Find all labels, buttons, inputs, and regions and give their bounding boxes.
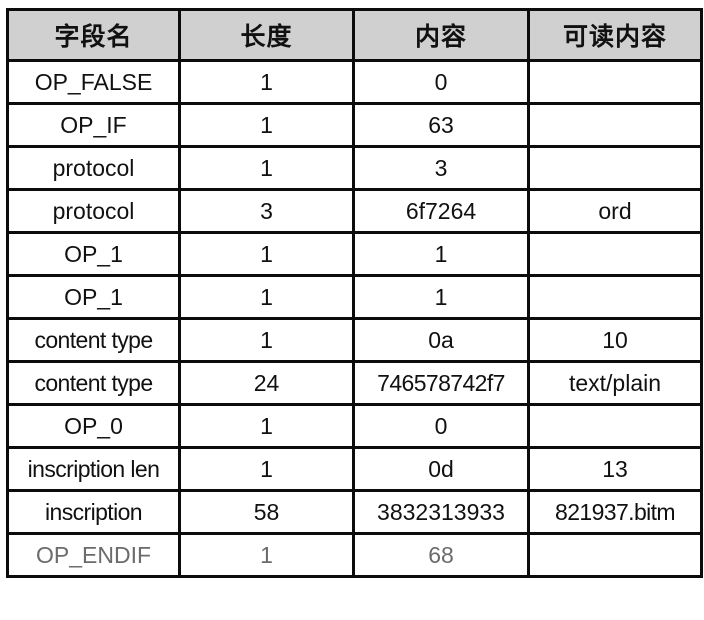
cell-readable-content: 821937.bitm <box>527 489 703 535</box>
cell-content: 0d <box>352 446 530 492</box>
cell-length: 3 <box>178 188 355 234</box>
cell-length: 1 <box>178 59 355 105</box>
cell-length: 1 <box>178 532 355 578</box>
cell-content: 0 <box>352 59 530 105</box>
table-row: OP_0 1 0 <box>6 403 703 449</box>
column-header-field-name: 字段名 <box>6 8 181 62</box>
cell-field-name: OP_1 <box>6 274 181 320</box>
table-header: 字段名 长度 内容 可读内容 <box>6 8 703 62</box>
cell-readable-content: text/plain <box>527 360 703 406</box>
table-row: OP_FALSE 1 0 <box>6 59 703 105</box>
cell-field-name: OP_1 <box>6 231 181 277</box>
cell-content: 0 <box>352 403 530 449</box>
cell-readable-content <box>527 59 703 105</box>
cell-field-name: content type <box>6 317 181 363</box>
field-table-container: 字段名 长度 内容 可读内容 OP_FALSE 1 0 OP_IF 1 63 protoco… <box>6 8 703 611</box>
cell-readable-content <box>527 274 703 320</box>
cell-field-name: protocol <box>6 145 181 191</box>
cell-content: 1 <box>352 231 530 277</box>
cell-length: 1 <box>178 403 355 449</box>
cell-content: 6f7264 <box>352 188 530 234</box>
cell-readable-content: ord <box>527 188 703 234</box>
cell-readable-content <box>527 403 703 449</box>
cell-length: 1 <box>178 317 355 363</box>
column-header-readable-content: 可读内容 <box>527 8 703 62</box>
table-header-row: 字段名 长度 内容 可读内容 <box>6 8 703 62</box>
cell-content: 1 <box>352 274 530 320</box>
cell-length: 1 <box>178 446 355 492</box>
cell-field-name: protocol <box>6 188 181 234</box>
cell-readable-content <box>527 145 703 191</box>
cell-field-name: OP_FALSE <box>6 59 181 105</box>
cell-content: 746578742f7 <box>352 360 530 406</box>
table-row: inscription len 1 0d 13 <box>6 446 703 492</box>
column-header-content: 内容 <box>352 8 530 62</box>
cell-readable-content <box>527 231 703 277</box>
table-row: OP_1 1 1 <box>6 231 703 277</box>
cell-readable-content <box>527 532 703 578</box>
cell-field-name: OP_IF <box>6 102 181 148</box>
cell-field-name: inscription <box>6 489 181 535</box>
cell-length: 58 <box>178 489 355 535</box>
table-row: OP_IF 1 63 <box>6 102 703 148</box>
cell-field-name: OP_ENDIF <box>6 532 181 578</box>
table-row: protocol 1 3 <box>6 145 703 191</box>
cell-length: 1 <box>178 145 355 191</box>
table-row: OP_1 1 1 <box>6 274 703 320</box>
cell-length: 24 <box>178 360 355 406</box>
cell-length: 1 <box>178 231 355 277</box>
cell-readable-content: 13 <box>527 446 703 492</box>
cell-readable-content <box>527 102 703 148</box>
inscription-field-table: 字段名 长度 内容 可读内容 OP_FALSE 1 0 OP_IF 1 63 protoco… <box>6 8 703 578</box>
table-row: content type 1 0a 10 <box>6 317 703 363</box>
cell-content: 63 <box>352 102 530 148</box>
cell-readable-content: 10 <box>527 317 703 363</box>
table-body: OP_FALSE 1 0 OP_IF 1 63 protocol 1 3 protocol 3 6f7… <box>6 59 703 578</box>
cell-field-name: content type <box>6 360 181 406</box>
column-header-length: 长度 <box>178 8 355 62</box>
table-row: content type 24 746578742f7 text/plain <box>6 360 703 406</box>
cell-field-name: inscription len <box>6 446 181 492</box>
table-row: OP_ENDIF 1 68 <box>6 532 703 578</box>
cell-field-name: OP_0 <box>6 403 181 449</box>
cell-content: 3 <box>352 145 530 191</box>
table-row: inscription 58 3832313933 821937.bitm <box>6 489 703 535</box>
table-row: protocol 3 6f7264 ord <box>6 188 703 234</box>
cell-length: 1 <box>178 274 355 320</box>
cell-content: 0a <box>352 317 530 363</box>
cell-length: 1 <box>178 102 355 148</box>
cell-content: 3832313933 <box>352 489 530 535</box>
cell-content: 68 <box>352 532 530 578</box>
